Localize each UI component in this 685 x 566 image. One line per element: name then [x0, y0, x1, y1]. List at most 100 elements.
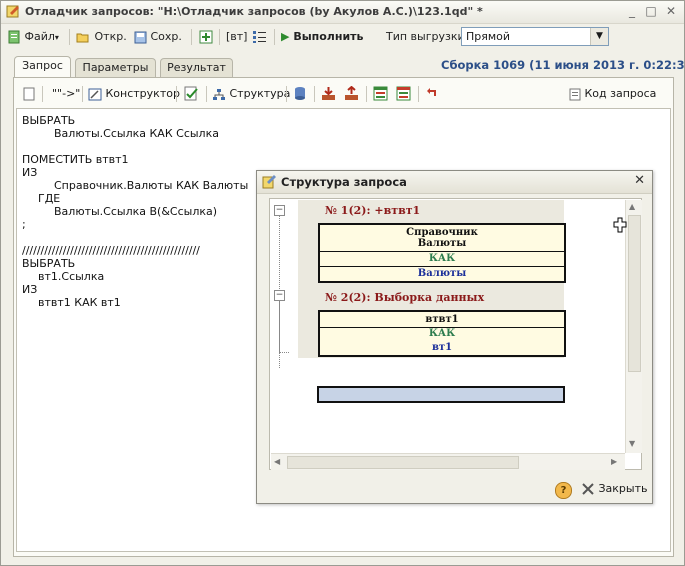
scroll-left-icon[interactable]: ◀ [274, 457, 280, 466]
export-type-label: Тип выгрузки: [386, 30, 469, 43]
close-dialog-button[interactable]: Закрыть [581, 482, 648, 496]
empty-query-box[interactable] [317, 386, 565, 403]
constructor-button[interactable]: Конструктор [88, 87, 180, 101]
plus-icon [199, 30, 213, 44]
help-icon[interactable]: ? [555, 482, 572, 499]
kak-keyword: КАК [428, 253, 456, 264]
green-table-button[interactable] [373, 86, 388, 104]
scroll-thumb[interactable] [287, 456, 519, 469]
source-alias: вт1 [431, 342, 453, 353]
code-line: вт1.Ссылка [38, 270, 105, 283]
maximize-button[interactable]: □ [642, 3, 660, 19]
code-line: ВЫБРАТЬ [22, 114, 76, 127]
code-line: ////////////////////////////////////////… [22, 244, 200, 257]
import-button[interactable] [321, 86, 336, 104]
close-icon [582, 483, 594, 495]
move-cursor-icon [613, 217, 627, 236]
export-button[interactable] [344, 85, 359, 104]
file-icon [8, 30, 20, 44]
check-syntax-button[interactable] [184, 86, 199, 104]
main-window: Отладчик запросов: "H:\Отладчик запросов… [0, 0, 685, 566]
chevron-down-icon: ▾ [54, 33, 59, 42]
play-icon: ▶ [281, 30, 290, 43]
horizontal-scrollbar[interactable]: ◀ ▶ [271, 453, 625, 470]
export-type-value: Прямой [466, 30, 511, 43]
undo-button[interactable] [426, 87, 438, 102]
structure-label: Структура [229, 87, 291, 100]
tree-expander-2[interactable]: − [274, 290, 285, 301]
tab-query[interactable]: Запрос [14, 56, 71, 78]
document-icon [569, 88, 581, 100]
save-button[interactable]: Сохр. [131, 27, 185, 46]
code-line: ИЗ [22, 283, 38, 296]
add-button[interactable] [196, 27, 216, 46]
query-text[interactable]: ВЫБРАТЬ Валюты.Ссылка КАК Ссылка ПОМЕСТИТ… [22, 114, 248, 309]
new-query-button[interactable] [23, 87, 35, 104]
tree-expander-1[interactable]: − [274, 205, 285, 216]
import-icon [322, 87, 335, 100]
structure-dialog-icon [262, 174, 277, 192]
temp-table-button[interactable]: [вт] [223, 27, 250, 46]
page-icon [23, 87, 35, 101]
folder-open-icon [76, 33, 89, 42]
code-line: ; [22, 218, 26, 231]
run-button[interactable]: ▶ Выполнить [278, 27, 367, 46]
build-info: Сборка 1069 (11 июня 2013 г. 0:22:30) [441, 58, 685, 72]
save-label: Сохр. [150, 30, 182, 43]
list-button[interactable] [249, 27, 270, 46]
source-name: Справочник Валюты [406, 227, 478, 249]
export-icon [345, 85, 358, 100]
query-code-button[interactable]: Код запроса [569, 87, 656, 101]
red-table-button[interactable] [396, 86, 411, 104]
quote-convert-button[interactable]: ""->" [52, 87, 80, 100]
chevron-down-icon[interactable]: ▼ [590, 28, 608, 45]
export-type-select[interactable]: Прямой ▼ [461, 27, 609, 46]
tab-parameters[interactable]: Параметры [75, 58, 156, 77]
open-label: Откр. [94, 30, 127, 43]
title-bar[interactable]: Отладчик запросов: "H:\Отладчик запросов… [1, 1, 684, 24]
code-line: ИЗ [22, 166, 38, 179]
source-alias: Валюты [417, 268, 467, 279]
file-menu-button[interactable]: Файл▾ [5, 27, 62, 46]
scroll-up-icon[interactable]: ▲ [629, 202, 635, 211]
source-table-box[interactable]: втвт1 КАК вт1 [318, 310, 566, 357]
open-button[interactable]: Откр. [73, 27, 130, 46]
check-icon [184, 86, 198, 101]
undo-icon [427, 88, 436, 96]
scroll-down-icon[interactable]: ▼ [629, 439, 635, 448]
code-line: ВЫБРАТЬ [22, 257, 76, 270]
vertical-scrollbar[interactable]: ▲ ▼ [625, 200, 642, 453]
minimize-button[interactable]: _ [623, 3, 641, 19]
close-label: Закрыть [598, 482, 648, 495]
code-line: ГДЕ [38, 192, 61, 205]
source-table-box[interactable]: Справочник Валюты КАК Валюты [318, 223, 566, 283]
tab-result[interactable]: Результат [160, 58, 233, 77]
structure-tree[interactable]: − − № 1(2): +втвт1 Справочник Валюты КАК… [269, 198, 642, 470]
close-window-button[interactable]: ✕ [662, 3, 680, 19]
dialog-close-icon[interactable]: ✕ [634, 173, 645, 188]
dialog-title-bar[interactable]: Структура запроса ✕ [257, 171, 652, 194]
list-icon [253, 31, 266, 43]
structure-button[interactable]: Структура [212, 87, 290, 101]
query-group-header: № 2(2): Выборка данных [325, 291, 485, 304]
scroll-thumb[interactable] [628, 215, 641, 372]
database-icon [295, 87, 305, 100]
run-label: Выполнить [293, 30, 364, 43]
source-name: втвт1 [425, 314, 459, 325]
code-line: Валюты.Ссылка КАК Ссылка [54, 127, 219, 140]
database-button[interactable] [294, 86, 306, 104]
code-line: Справочник.Валюты КАК Валюты [54, 179, 249, 192]
window-title: Отладчик запросов: "H:\Отладчик запросов… [25, 5, 483, 18]
table-green-icon [373, 86, 388, 101]
app-icon [6, 4, 21, 22]
constructor-icon [88, 88, 102, 100]
scroll-right-icon[interactable]: ▶ [611, 457, 617, 466]
code-line: втвт1 КАК вт1 [38, 296, 121, 309]
tree-line [279, 298, 281, 368]
file-menu-label: Файл [24, 30, 55, 43]
constructor-label: Конструктор [105, 87, 180, 100]
editor-toolbar: ""->" Конструктор Структура Код запроса [16, 83, 671, 105]
code-line: Валюты.Ссылка В(&Ссылка) [54, 205, 218, 218]
save-icon [134, 31, 147, 43]
